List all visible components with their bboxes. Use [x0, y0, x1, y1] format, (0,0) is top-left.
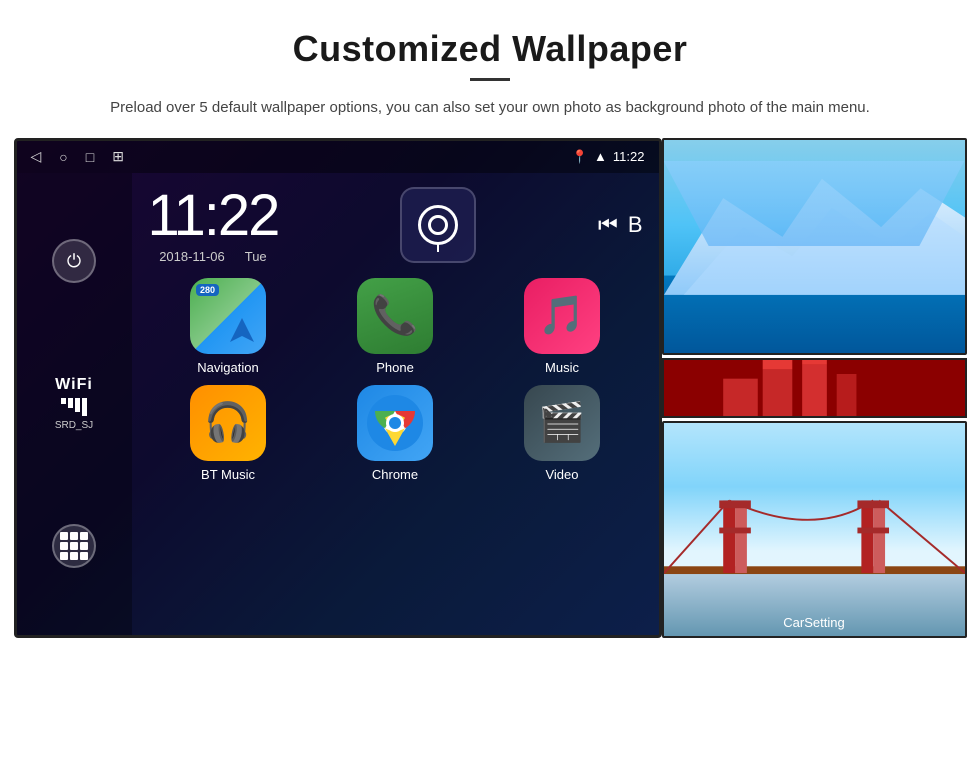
media-controls: ⏮ B — [598, 212, 643, 238]
apps-button[interactable] — [52, 524, 96, 568]
wallpaper-glacier[interactable] — [662, 138, 967, 355]
red-building-svg — [664, 360, 965, 416]
screenshot-icon[interactable]: ⊞ — [112, 148, 124, 165]
location-icon: 📍 — [572, 149, 588, 165]
app-grid: 280 Navigation 📞 Phone — [132, 264, 659, 482]
phone-symbol: 📞 — [371, 294, 418, 338]
clock-date: 2018-11-06 Tue — [148, 249, 279, 264]
grid-dot — [70, 552, 78, 560]
bt-symbol: 🎧 — [204, 401, 251, 445]
app-bt-music[interactable]: 🎧 BT Music — [150, 385, 307, 482]
wifi-label: WiFi — [55, 376, 93, 394]
navigation-arrow-icon — [224, 312, 260, 348]
wallpaper-red[interactable] — [662, 358, 967, 418]
grid-dot — [60, 552, 68, 560]
page-title: Customized Wallpaper — [60, 28, 920, 70]
day-value: Tue — [245, 249, 267, 264]
phone-icon: 📞 — [357, 278, 433, 354]
grid-dot — [60, 532, 68, 540]
clock-time: 11:22 — [148, 187, 279, 245]
navigation-icon: 280 — [190, 278, 266, 354]
navigation-label: Navigation — [197, 360, 258, 375]
apps-grid-icon — [60, 532, 88, 560]
glacier-svg — [664, 140, 965, 353]
antenna-inner — [428, 215, 448, 235]
wifi-bar-2 — [68, 398, 73, 408]
status-bar: ◁ ○ □ ⊞ 📍 ▲ 11:22 — [17, 141, 659, 173]
app-phone[interactable]: 📞 Phone — [317, 278, 474, 375]
screen-wrapper: ◁ ○ □ ⊞ 📍 ▲ 11:22 ⏻ WiFi — [0, 138, 980, 638]
video-symbol: 🎬 — [538, 401, 585, 445]
grid-dot — [60, 542, 68, 550]
app-music[interactable]: 🎵 Music — [484, 278, 641, 375]
android-screen: ◁ ○ □ ⊞ 📍 ▲ 11:22 ⏻ WiFi — [14, 138, 662, 638]
chrome-label: Chrome — [372, 467, 418, 482]
wifi-info: WiFi SRD_SJ — [55, 376, 93, 431]
bt-music-icon: 🎧 — [190, 385, 266, 461]
music-label: Music — [545, 360, 579, 375]
grid-dot — [80, 532, 88, 540]
chrome-logo-icon — [367, 395, 423, 451]
video-label: Video — [545, 467, 578, 482]
clock-area: 11:22 2018-11-06 Tue — [148, 187, 279, 264]
app-chrome[interactable]: Chrome — [317, 385, 474, 482]
android-main: ⏻ WiFi SRD_SJ — [17, 173, 659, 635]
antenna-line — [437, 242, 439, 252]
app-navigation[interactable]: 280 Navigation — [150, 278, 307, 375]
grid-dot — [80, 542, 88, 550]
signal-icon: ▲ — [594, 149, 607, 164]
wifi-ssid: SRD_SJ — [55, 420, 93, 431]
home-icon[interactable]: ○ — [59, 149, 67, 165]
status-icons: 📍 ▲ 11:22 — [572, 149, 645, 165]
chrome-icon — [357, 385, 433, 461]
carsetting-label: CarSetting — [783, 615, 844, 630]
bt-music-label: BT Music — [201, 467, 255, 482]
page-header: Customized Wallpaper Preload over 5 defa… — [0, 0, 980, 138]
date-value: 2018-11-06 — [159, 249, 225, 264]
wifi-bar-1 — [61, 398, 66, 404]
title-underline — [470, 78, 510, 81]
prev-track-icon[interactable]: ⏮ — [598, 212, 618, 238]
nav-badge: 280 — [196, 284, 219, 296]
grid-dot — [70, 542, 78, 550]
grid-dot — [70, 532, 78, 540]
bridge-svg — [664, 423, 965, 636]
music-symbol: 🎵 — [538, 294, 585, 338]
wallpaper-panel: CarSetting — [662, 138, 967, 638]
wifi-bar-4 — [82, 398, 87, 416]
antenna-widget[interactable] — [400, 187, 476, 263]
power-button[interactable]: ⏻ — [52, 239, 96, 283]
video-icon: 🎬 — [524, 385, 600, 461]
wifi-bars — [55, 398, 93, 416]
wifi-bar-3 — [75, 398, 80, 412]
status-time: 11:22 — [613, 149, 645, 164]
page-subtitle: Preload over 5 default wallpaper options… — [80, 97, 900, 120]
nav-buttons: ◁ ○ □ ⊞ — [31, 148, 124, 165]
app-video[interactable]: 🎬 Video — [484, 385, 641, 482]
grid-dot — [80, 552, 88, 560]
center-content: 11:22 2018-11-06 Tue ⏮ — [132, 173, 659, 635]
back-icon[interactable]: ◁ — [31, 148, 42, 165]
sidebar: ⏻ WiFi SRD_SJ — [17, 173, 132, 635]
music-icon: 🎵 — [524, 278, 600, 354]
antenna-symbol — [418, 205, 458, 245]
wallpaper-bridge[interactable]: CarSetting — [662, 421, 967, 638]
phone-label: Phone — [376, 360, 414, 375]
bluetooth-icon: B — [628, 212, 643, 238]
recents-icon[interactable]: □ — [86, 149, 94, 165]
